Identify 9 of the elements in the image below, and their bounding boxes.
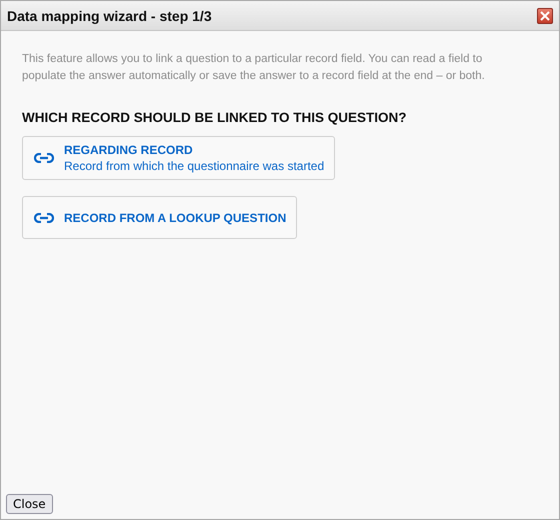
window-title: Data mapping wizard - step 1/3 bbox=[7, 8, 212, 24]
record-option-button[interactable]: RECORD FROM A LOOKUP QUESTION bbox=[22, 196, 298, 239]
close-button[interactable]: Close bbox=[6, 494, 53, 514]
record-option-button[interactable]: REGARDING RECORD Record from which the questionnaire was started bbox=[22, 136, 336, 180]
close-button[interactable] bbox=[537, 8, 553, 24]
description-text: This feature allows you to link a question to a particular record field. You can read a field to populate the answer automatically or save the answer to a record field at the end – or both. bbox=[22, 52, 486, 84]
section-heading: WHICH RECORD SHOULD BE LINKED TO THIS QUESTION? bbox=[22, 110, 408, 125]
link-icon bbox=[34, 212, 54, 222]
link-icon bbox=[34, 153, 54, 163]
